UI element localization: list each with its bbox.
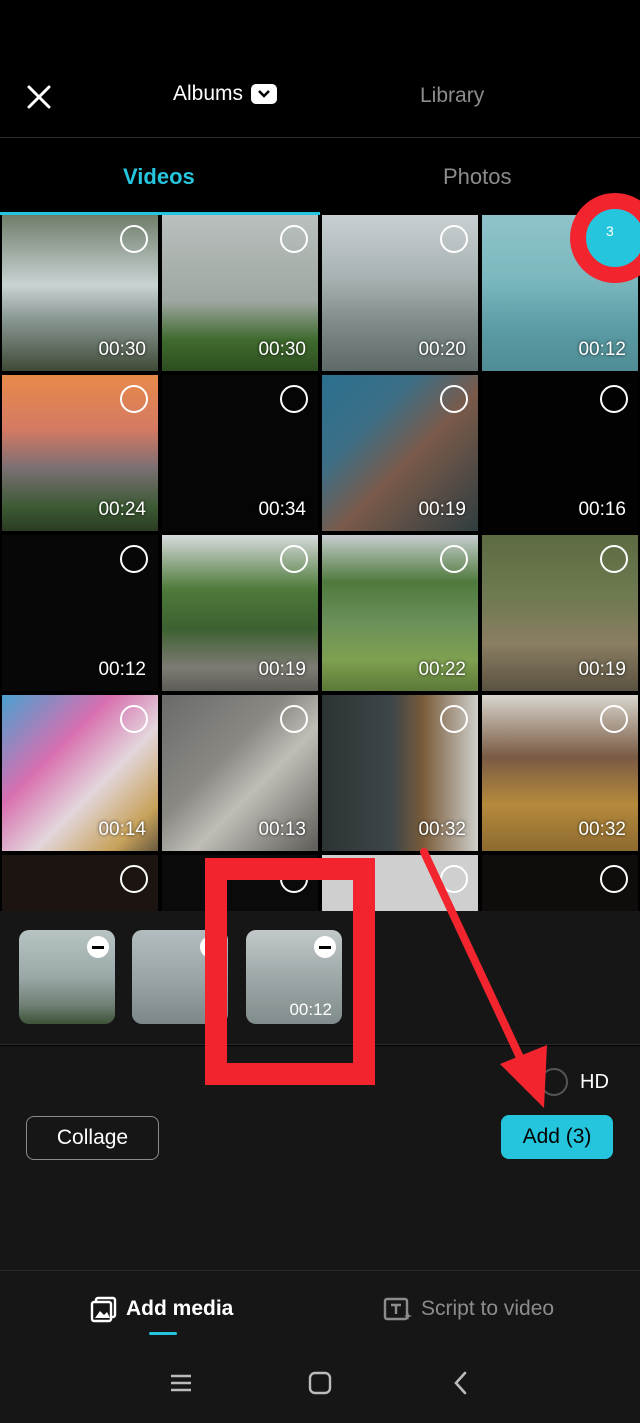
- select-circle[interactable]: [600, 705, 628, 733]
- select-circle[interactable]: [440, 225, 468, 253]
- albums-dropdown[interactable]: Albums: [173, 82, 278, 106]
- add-media-label: Add media: [126, 1297, 234, 1320]
- select-circle[interactable]: [280, 545, 308, 573]
- image-icon: [90, 1296, 117, 1323]
- select-circle[interactable]: [440, 385, 468, 413]
- select-circle[interactable]: [280, 705, 308, 733]
- duration-label: 00:30: [258, 339, 306, 360]
- media-item[interactable]: 00:13: [162, 695, 318, 851]
- remove-icon[interactable]: [87, 936, 109, 958]
- media-item[interactable]: 00:16: [482, 375, 638, 531]
- select-circle[interactable]: [600, 545, 628, 573]
- select-circle[interactable]: [600, 385, 628, 413]
- duration-label: 00:32: [418, 819, 466, 840]
- selection-count: 3: [606, 223, 614, 239]
- hd-toggle[interactable]: HD: [540, 1068, 609, 1096]
- media-item[interactable]: 00:20: [322, 215, 478, 371]
- close-icon: [27, 85, 51, 109]
- media-item[interactable]: 00:12: [2, 535, 158, 691]
- collage-button[interactable]: Collage: [26, 1116, 159, 1160]
- duration-label: 00:24: [98, 499, 146, 520]
- top-header: Albums Library: [0, 56, 640, 138]
- select-circle[interactable]: [120, 385, 148, 413]
- system-navigation-bar: [0, 1350, 640, 1423]
- home-icon[interactable]: [307, 1370, 333, 1396]
- select-circle[interactable]: [120, 865, 148, 893]
- duration-label: 00:34: [258, 499, 306, 520]
- select-circle[interactable]: [440, 545, 468, 573]
- library-tab[interactable]: Library: [420, 84, 484, 108]
- chevron-down-icon: [251, 84, 278, 104]
- script-to-video-tab[interactable]: Script to video: [383, 1295, 554, 1323]
- select-circle[interactable]: [280, 385, 308, 413]
- duration-label: 00:20: [418, 339, 466, 360]
- media-item[interactable]: 00:24: [2, 375, 158, 531]
- albums-label: Albums: [173, 82, 244, 105]
- select-circle[interactable]: [120, 545, 148, 573]
- media-item[interactable]: 00:32: [322, 695, 478, 851]
- duration-label: 00:19: [418, 499, 466, 520]
- select-circle[interactable]: [440, 865, 468, 893]
- bottom-tab-bar: Add media Script to video: [0, 1270, 640, 1350]
- select-circle[interactable]: [120, 705, 148, 733]
- hd-label: HD: [580, 1070, 609, 1093]
- media-grid: 00:30 00:30 00:20 3 00:12 00:24 00:34 00…: [0, 215, 640, 911]
- duration-label: 00:19: [258, 659, 306, 680]
- duration-label: 00:32: [578, 819, 626, 840]
- add-media-tab[interactable]: Add media: [90, 1295, 233, 1323]
- select-circle[interactable]: [120, 225, 148, 253]
- duration-label: 00:30: [98, 339, 146, 360]
- select-circle[interactable]: [600, 865, 628, 893]
- tab-videos[interactable]: Videos: [123, 164, 195, 190]
- add-button[interactable]: Add (3): [501, 1115, 613, 1159]
- annotation-rectangle: [205, 858, 375, 1085]
- media-item[interactable]: 00:19: [322, 375, 478, 531]
- duration-label: 00:16: [578, 499, 626, 520]
- media-item[interactable]: 00:30: [2, 215, 158, 371]
- close-button[interactable]: [22, 80, 56, 114]
- media-type-tabs: Videos Photos: [0, 138, 640, 215]
- script-to-video-label: Script to video: [421, 1297, 555, 1320]
- duration-label: 00:12: [98, 659, 146, 680]
- select-circle[interactable]: [440, 705, 468, 733]
- media-item[interactable]: 00:14: [2, 695, 158, 851]
- duration-label: 00:13: [258, 819, 306, 840]
- duration-label: 00:12: [578, 339, 626, 360]
- media-item[interactable]: 00:34: [162, 375, 318, 531]
- tab-photos[interactable]: Photos: [443, 164, 512, 190]
- media-item[interactable]: 00:32: [482, 695, 638, 851]
- duration-label: 00:14: [98, 819, 146, 840]
- media-item[interactable]: 00:19: [482, 535, 638, 691]
- duration-label: 00:19: [578, 659, 626, 680]
- back-icon[interactable]: [448, 1370, 474, 1396]
- media-item[interactable]: 00:30: [162, 215, 318, 371]
- script-icon: [383, 1297, 412, 1321]
- selected-thumb[interactable]: [19, 930, 115, 1024]
- media-item[interactable]: [2, 855, 158, 911]
- select-circle[interactable]: [280, 225, 308, 253]
- hd-radio[interactable]: [540, 1068, 568, 1096]
- media-item[interactable]: [482, 855, 638, 911]
- media-item[interactable]: 00:22: [322, 535, 478, 691]
- recent-apps-icon[interactable]: [168, 1370, 194, 1396]
- media-item[interactable]: 00:19: [162, 535, 318, 691]
- duration-label: 00:22: [418, 659, 466, 680]
- tab-indicator: [149, 1332, 177, 1335]
